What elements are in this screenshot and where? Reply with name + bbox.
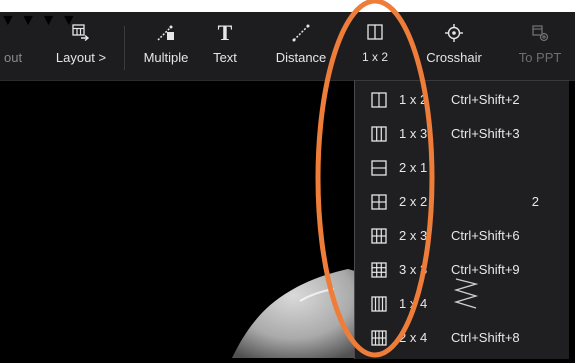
menu-item-shortcut: Ctrl+Shift+3 bbox=[451, 126, 520, 141]
menu-item-label: 1 x 2 bbox=[399, 92, 428, 107]
menu-item-label: 1 x 4 bbox=[399, 296, 428, 311]
distance-button[interactable]: Distance bbox=[262, 12, 340, 80]
text-label: Text bbox=[213, 50, 237, 65]
layout-arrow-icon bbox=[72, 24, 90, 47]
crosshair-button[interactable]: Crosshair bbox=[418, 12, 490, 80]
to-ppt-label: To PPT bbox=[518, 50, 562, 65]
menu-item-shortcut: 2 bbox=[531, 194, 539, 209]
menu-item-shortcut: Ctrl+Shift+6 bbox=[451, 228, 520, 243]
layout-1x2-icon bbox=[371, 92, 387, 108]
menu-item-label: 2 x 1 bbox=[399, 160, 428, 175]
multiple-label: Multiple bbox=[143, 50, 189, 65]
menu-item-label: 2 x 4 bbox=[399, 330, 428, 345]
menu-item-label: 3 x 3 bbox=[399, 262, 428, 277]
text-button[interactable]: T Text bbox=[204, 12, 246, 80]
menu-item-label: 2 x 2 bbox=[399, 194, 428, 209]
menu-item-shortcut: Ctrl+Shift+8 bbox=[451, 330, 520, 345]
layout-1x3-icon bbox=[371, 126, 387, 142]
layout-label: Layout > bbox=[55, 50, 107, 65]
menu-item-shortcut: Ctrl+Shift+2 bbox=[451, 92, 520, 107]
menu-item-3x3[interactable]: 3 x 3 Ctrl+Shift+9 bbox=[355, 253, 569, 287]
multiple-button[interactable]: Multiple bbox=[130, 12, 202, 80]
layout-1x4-icon bbox=[371, 296, 387, 312]
menu-item-2x3[interactable]: 2 x 3 Ctrl+Shift+6 bbox=[355, 219, 569, 253]
toolbar-separator bbox=[124, 26, 125, 70]
layout-2x2-icon bbox=[371, 194, 387, 210]
text-t-icon: T bbox=[217, 20, 233, 45]
window-top-strip bbox=[0, 0, 575, 12]
grid-layout-dropdown-menu: 1 x 2 Ctrl+Shift+2 1 x 3 Ctrl+Shift+3 2 … bbox=[354, 80, 569, 359]
to-ppt-button[interactable]: To PPT bbox=[508, 12, 572, 80]
layout-2x4-icon bbox=[371, 330, 387, 346]
layout-2x1-icon bbox=[371, 160, 387, 176]
layout-2x3-icon bbox=[371, 228, 387, 244]
layout-button[interactable]: Layout > bbox=[46, 12, 116, 80]
menu-item-1x3[interactable]: 1 x 3 Ctrl+Shift+3 bbox=[355, 117, 569, 151]
zoom-out-label: out bbox=[4, 50, 23, 65]
multiple-ruler-icon bbox=[156, 24, 176, 47]
menu-item-2x2[interactable]: 2 x 2 2 bbox=[355, 185, 569, 219]
menu-item-label: 2 x 3 bbox=[399, 228, 428, 243]
menu-item-shortcut: Ctrl+Shift+9 bbox=[451, 262, 520, 277]
export-ppt-icon bbox=[531, 24, 549, 47]
menu-item-label: 1 x 3 bbox=[399, 126, 428, 141]
menu-item-2x4[interactable]: 2 x 4 Ctrl+Shift+8 bbox=[355, 321, 569, 355]
menu-item-1x2[interactable]: 1 x 2 Ctrl+Shift+2 bbox=[355, 83, 569, 117]
distance-label: Distance bbox=[275, 50, 327, 65]
grid-layout-button[interactable]: 1 x 2 bbox=[354, 12, 396, 80]
layout-3x3-icon bbox=[371, 262, 387, 278]
menu-item-1x4[interactable]: 1 x 4 bbox=[355, 287, 569, 321]
crosshair-label: Crosshair bbox=[426, 50, 482, 65]
layout-1x2-icon bbox=[367, 24, 383, 45]
menu-item-2x1[interactable]: 2 x 1 bbox=[355, 151, 569, 185]
distance-ruler-icon bbox=[291, 24, 311, 47]
toolbar: out Layout > Multiple T Text ▼ Distance … bbox=[0, 12, 575, 81]
crosshair-icon bbox=[445, 24, 463, 47]
zoom-out-button[interactable]: out bbox=[0, 12, 44, 80]
grid-layout-label: 1 x 2 bbox=[361, 50, 388, 64]
